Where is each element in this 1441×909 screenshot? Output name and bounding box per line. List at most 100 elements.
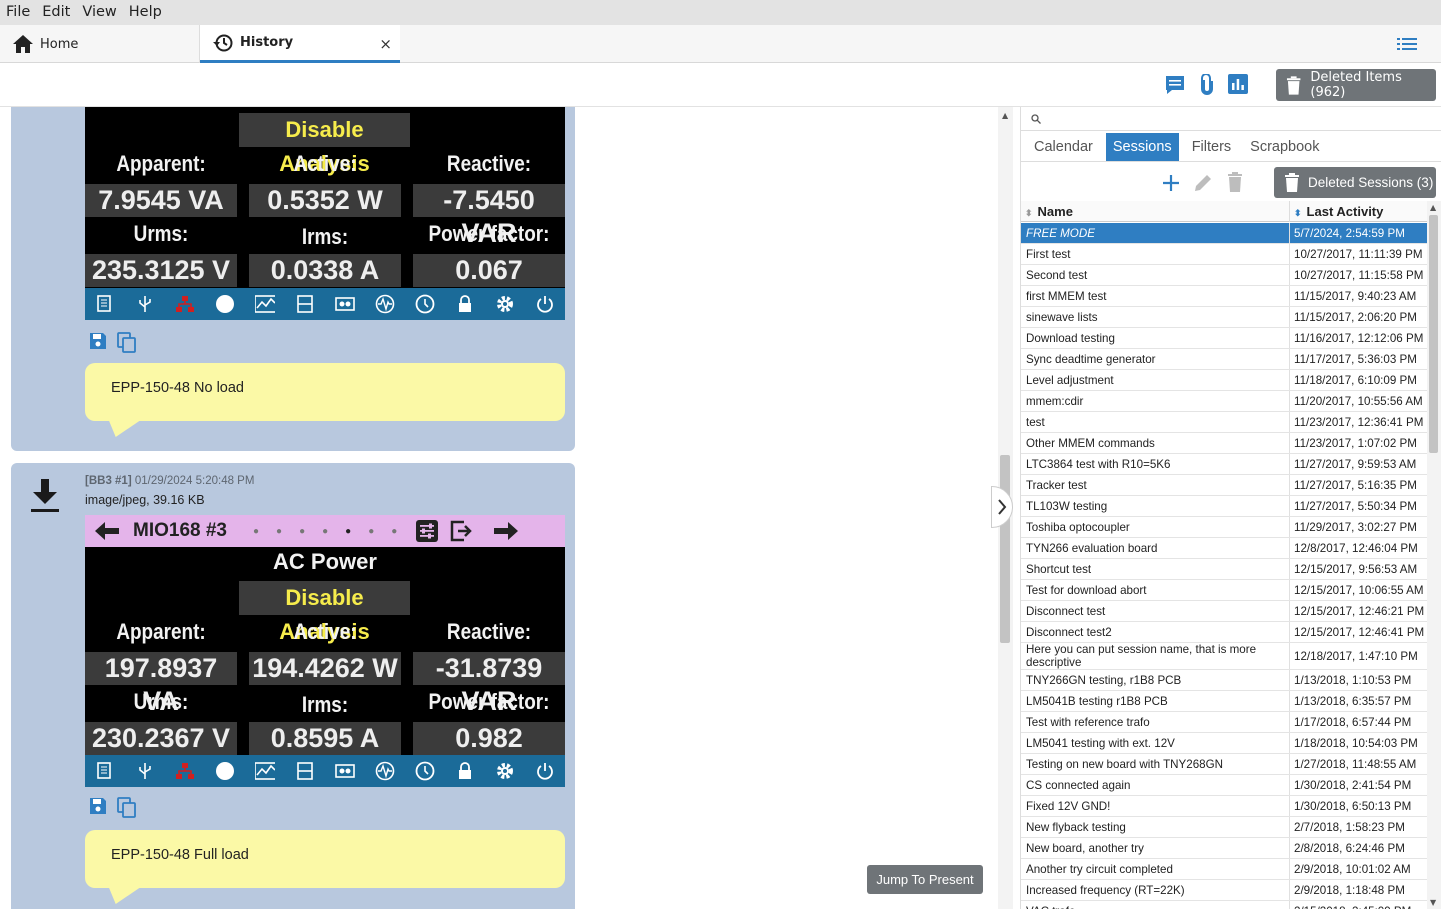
session-name: Second test <box>1021 265 1290 285</box>
sessions-toolbar: Deleted Sessions (3) <box>1021 165 1441 201</box>
reactive-value: -31.8739 VAR <box>413 652 565 716</box>
usb-icon <box>135 294 155 314</box>
feed-scroll-thumb[interactable] <box>1000 455 1010 643</box>
session-row[interactable]: test 11/23/2017, 12:36:41 PM <box>1021 412 1429 433</box>
tab-sessions[interactable]: Sessions <box>1105 133 1179 161</box>
session-row[interactable]: Fixed 12V GND! 1/30/2018, 6:50:13 PM <box>1021 796 1429 817</box>
session-row[interactable]: First test 10/27/2017, 11:11:39 PM <box>1021 244 1429 265</box>
session-row[interactable]: Here you can put session name, that is m… <box>1021 643 1429 670</box>
power-factor-value: 0.067 <box>413 254 565 287</box>
session-row[interactable]: Tracker test 11/27/2017, 5:16:35 PM <box>1021 475 1429 496</box>
irms-value: 0.0338 A <box>249 254 401 287</box>
session-row[interactable]: mmem:cdir 11/20/2017, 10:55:56 AM <box>1021 391 1429 412</box>
edit-icon[interactable] <box>1193 173 1213 193</box>
tab-scrapbook[interactable]: Scrapbook <box>1244 133 1325 161</box>
note-text: EPP-150-48 Full load <box>111 847 249 863</box>
scroll-up-icon[interactable]: ▲ <box>1002 111 1008 120</box>
sessions-scrollbar[interactable]: ▲ ▼ <box>1427 201 1441 909</box>
download-icon[interactable] <box>30 479 60 513</box>
session-row[interactable]: FREE MODE 5/7/2024, 2:54:59 PM <box>1021 223 1429 244</box>
session-last-activity: 1/18/2018, 10:54:03 PM <box>1294 736 1418 750</box>
session-row[interactable]: CS connected again 1/30/2018, 2:41:54 PM <box>1021 775 1429 796</box>
urms-label: Urms: <box>133 689 189 714</box>
column-last-activity[interactable]: ⬍ Last Activity <box>1294 201 1429 222</box>
save-icon[interactable] <box>89 332 107 350</box>
session-last-activity: 10/27/2017, 11:11:39 PM <box>1294 247 1423 261</box>
lock-icon <box>455 761 475 781</box>
save-icon[interactable] <box>89 797 107 815</box>
session-name: Level adjustment <box>1021 370 1290 390</box>
session-row[interactable]: TYN266 evaluation board 12/8/2017, 12:46:… <box>1021 538 1429 559</box>
session-row[interactable]: Testing on new board with TNY268GN 1/27/2… <box>1021 754 1429 775</box>
menu-view[interactable]: View <box>76 0 122 25</box>
network-icon <box>175 294 195 314</box>
session-row[interactable]: LM5041B testing r1B8 PCB 1/13/2018, 6:35:… <box>1021 691 1429 712</box>
tab-home[interactable]: Home <box>0 25 200 63</box>
deleted-items-button[interactable]: Deleted Items (962) <box>1276 69 1436 101</box>
deleted-sessions-button[interactable]: Deleted Sessions (3) <box>1274 167 1436 198</box>
add-icon[interactable] <box>1162 174 1180 192</box>
scroll-up-icon[interactable]: ▲ <box>1430 203 1436 212</box>
card-actions <box>89 797 137 819</box>
session-row[interactable]: Shortcut test 12/15/2017, 9:56:53 AM <box>1021 559 1429 580</box>
clock-icon <box>415 294 435 314</box>
settings-icon <box>495 761 515 781</box>
delete-icon[interactable] <box>1227 172 1243 192</box>
dlog-icon <box>295 294 315 314</box>
session-row[interactable]: sinewave lists 11/15/2017, 2:06:20 PM <box>1021 307 1429 328</box>
source-tag: [BB3 #1] <box>85 475 132 487</box>
chart-icon[interactable] <box>1228 74 1248 94</box>
session-name: first MMEM test <box>1021 286 1290 306</box>
tab-filters[interactable]: Filters <box>1186 133 1237 161</box>
session-row[interactable]: Level adjustment 11/18/2017, 6:10:09 PM <box>1021 370 1429 391</box>
comment-icon[interactable] <box>1164 74 1186 96</box>
session-row[interactable]: Another try circuit completed 2/9/2018, 1… <box>1021 859 1429 880</box>
history-icon <box>213 34 233 51</box>
session-name: Disconnect test <box>1021 601 1290 621</box>
session-row[interactable]: LM5041 testing with ext. 12V 1/18/2018, 1… <box>1021 733 1429 754</box>
session-row[interactable]: Sync deadtime generator 11/17/2017, 5:36:… <box>1021 349 1429 370</box>
session-row[interactable]: Test for download abort 12/15/2017, 10:06… <box>1021 580 1429 601</box>
apparent-label: Apparent: <box>116 151 206 176</box>
session-row[interactable]: Disconnect test2 12/15/2017, 12:46:41 PM <box>1021 622 1429 643</box>
urms-label: Urms: <box>133 221 189 246</box>
session-row[interactable]: first MMEM test 11/15/2017, 9:40:23 AM <box>1021 286 1429 307</box>
list-menu-icon[interactable] <box>1397 37 1417 51</box>
session-row[interactable]: Disconnect test 12/15/2017, 12:46:21 PM <box>1021 601 1429 622</box>
column-name[interactable]: ⬍ Name <box>1025 201 1290 222</box>
scope-icon <box>255 294 275 314</box>
session-row[interactable]: TL103W testing 11/27/2017, 5:50:34 PM <box>1021 496 1429 517</box>
session-row[interactable]: Test with reference trafo 1/17/2018, 6:57… <box>1021 712 1429 733</box>
tab-history[interactable]: History × <box>200 25 400 63</box>
lock-icon <box>455 294 475 314</box>
menu-edit[interactable]: Edit <box>36 0 76 25</box>
session-row[interactable]: LTC3864 test with R10=5K6 11/27/2017, 9:5… <box>1021 454 1429 475</box>
search-field[interactable] <box>1021 107 1441 131</box>
copy-icon[interactable] <box>117 797 137 819</box>
session-row[interactable]: TNY266GN testing, r1B8 PCB 1/13/2018, 1:1… <box>1021 670 1429 691</box>
session-row[interactable]: New board, another try 2/8/2018, 6:24:46 … <box>1021 838 1429 859</box>
close-icon[interactable]: × <box>379 35 392 53</box>
session-name: TL103W testing <box>1021 496 1290 516</box>
attachment-icon[interactable] <box>1197 74 1217 96</box>
copy-icon[interactable] <box>117 332 137 354</box>
session-row[interactable]: Download testing 11/16/2017, 12:12:06 PM <box>1021 328 1429 349</box>
session-row[interactable]: Increased frequency (RT=22K) 2/9/2018, 1:… <box>1021 880 1429 901</box>
session-row[interactable]: Second test 10/27/2017, 11:15:58 PM <box>1021 265 1429 286</box>
scope-icon <box>255 761 275 781</box>
jump-to-present-button[interactable]: Jump To Present <box>867 865 983 894</box>
session-last-activity: 2/8/2018, 6:24:46 PM <box>1294 841 1405 855</box>
session-row[interactable]: Toshiba optocoupler 11/29/2017, 3:02:27 P… <box>1021 517 1429 538</box>
irms-value: 0.8595 A <box>249 722 401 755</box>
power-factor-label: Power factor: <box>428 221 550 246</box>
tab-calendar[interactable]: Calendar <box>1028 133 1099 161</box>
menu-help[interactable]: Help <box>123 0 168 25</box>
session-row[interactable]: Other MMEM commands 11/23/2017, 1:07:02 P… <box>1021 433 1429 454</box>
scroll-down-icon[interactable]: ▼ <box>1430 898 1436 907</box>
session-name: CS connected again <box>1021 775 1290 795</box>
menu-file[interactable]: File <box>0 0 36 25</box>
session-row[interactable]: New flyback testing 2/7/2018, 1:58:23 PM <box>1021 817 1429 838</box>
session-row[interactable]: VAC trafo2/15/2018, 2:45:09 PM <box>1021 901 1429 909</box>
log-icon <box>95 761 115 781</box>
sessions-scroll-thumb[interactable] <box>1429 215 1438 453</box>
